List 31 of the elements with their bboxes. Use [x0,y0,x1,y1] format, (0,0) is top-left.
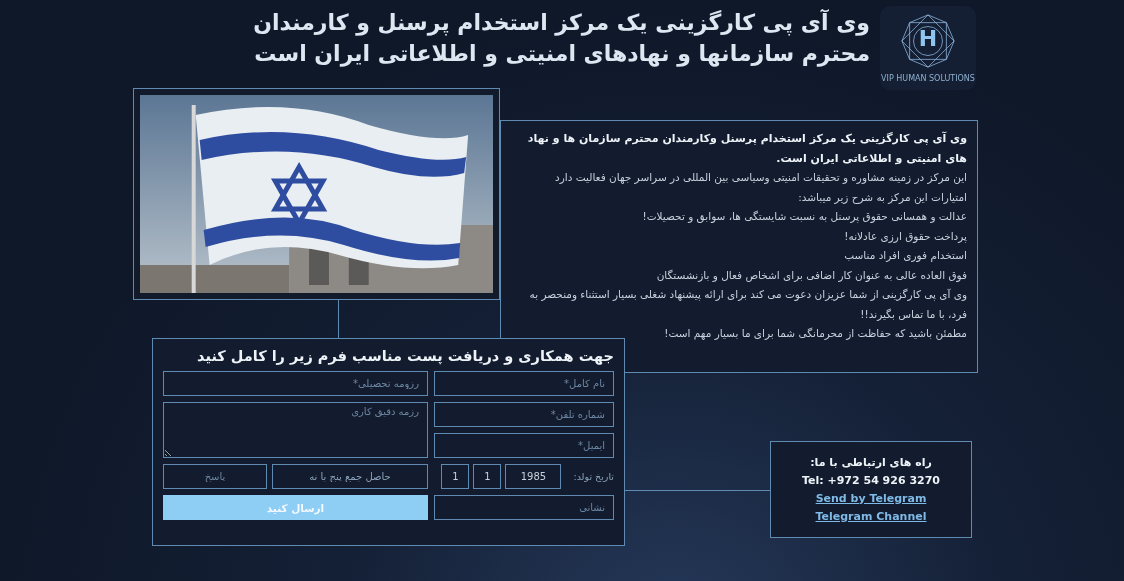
contact-heading: راه های ارتباطی با ما: [810,454,932,471]
address-field[interactable]: نشانی [434,495,614,520]
intro-text: وی آی پی کارگزینی از شما عزیزان دعوت می کند برای ارائه پیشنهاد شغلی بسیار استثناء ومنحصر به فرد، با ما تماس بگیرند!! [528,287,967,323]
intro-text: استخدام فوری افراد مناسب [843,248,967,264]
email-field[interactable]: ایمیل* [434,433,614,458]
name-field[interactable]: نام کامل* [434,371,614,396]
crystal-logo-icon [899,12,957,70]
intro-text: امتیارات این مرکز به شرح زیر میباشد: [797,189,967,206]
contact-phone: Tel: +972 54 926 3270 [801,472,941,489]
intro-text: این مرکز در زمینه مشاوره و تحقیقات امنیتی وسیاسی بین المللی در سراسر جهان فعالیت دارد [554,170,967,186]
day-field[interactable]: 1 [441,464,470,489]
telegram-link[interactable]: Send by Telegram [815,490,927,507]
logo-letter: H [918,26,938,52]
intro-text: فوق العاده عالی به عنوان کار اضافی برای اشخاص فعال و بازنشستگان [655,267,967,284]
year-field[interactable]: 1985 [505,464,562,489]
logo[interactable]: H VIP HUMAN SOLUTIONS [880,6,976,90]
captcha-answer-field[interactable]: پاسخ [163,464,267,489]
month-field[interactable]: 1 [473,464,502,489]
phone-field[interactable]: شماره تلفن* [434,402,614,427]
telegram-link[interactable]: Telegram Channel [815,508,927,525]
education-field[interactable]: رزومه تحصیلی* [163,371,428,396]
intro-text: عدالت و همسانی حقوق پرسنل به نسبت شایستگی ها، سوابق و تحصیلات! [641,209,967,225]
birth-date-label: تاریخ تولد: [573,471,614,482]
form-title: جهت همکاری و دریافت پست مناسب فرم زیر را کامل کنید [196,347,614,367]
page-title: وی آی پی کارگزینی یک مرکز استخدام پرسنل و کارمندان محترم سازمانها و نهادهای امنیتی و اطلاعاتی ایران است [253,8,870,69]
work-summary-field[interactable]: رزمه دقیق کاری [163,402,428,458]
intro-lead: وی آی پی کارگزینی یک مرکز استخدام پرسنل وکارمندان محترم سازمان ها و نهاد های امنیتی و اطلاعاتی ایران است. [526,130,967,167]
logo-caption: VIP HUMAN SOLUTIONS [881,74,975,83]
intro-text: مطمئن باشید که حفاظت از محرمانگی شما برای ما بسیار مهم است! [663,326,967,342]
intro-text: پرداخت حقوق ارزی عادلانه! [843,228,967,245]
captcha-question-field[interactable]: حاصل جمع پنج با نه [272,464,428,489]
